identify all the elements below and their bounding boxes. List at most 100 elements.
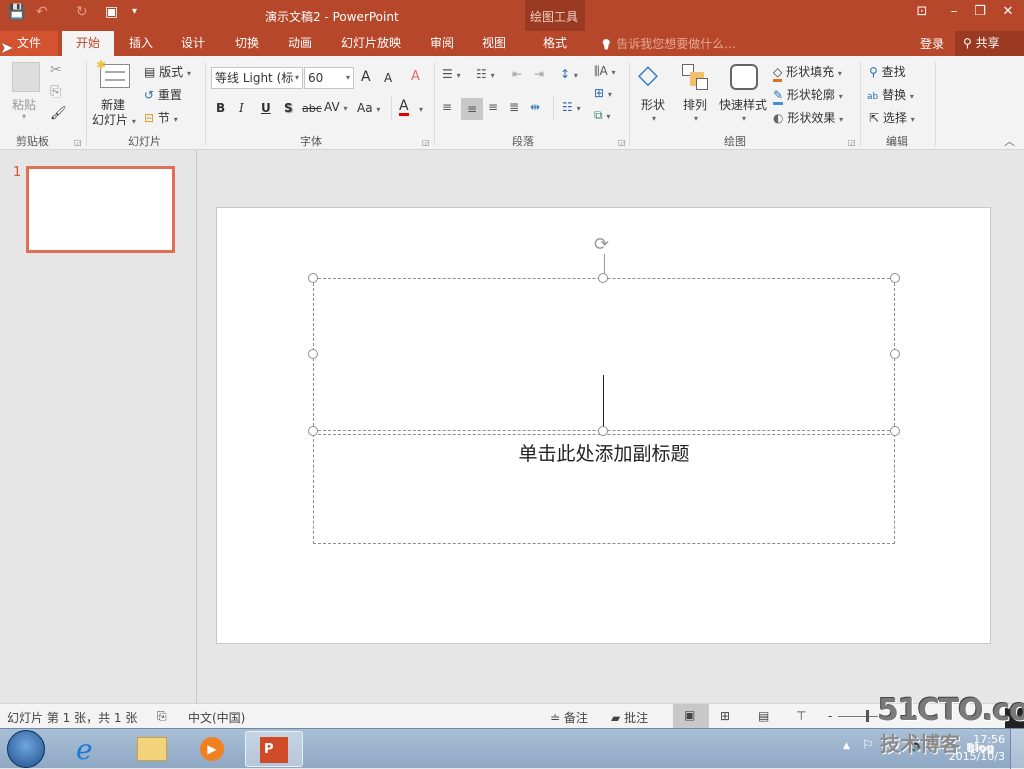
zoom-slider-track[interactable] (838, 716, 878, 717)
font-color-button[interactable]: A (399, 99, 409, 116)
tab-transitions[interactable]: 切换 (224, 31, 270, 56)
bold-button[interactable]: B (216, 101, 225, 115)
resize-handle-right[interactable] (890, 349, 900, 359)
shape-effects-button[interactable]: ◐ 形状效果 ▾ (773, 109, 843, 126)
quick-styles-button[interactable]: 快速样式 (719, 96, 767, 113)
resize-handle-bottom-left[interactable] (308, 426, 318, 436)
section-button[interactable]: ⊟ 节 ▾ (144, 109, 178, 126)
slide-thumbnail[interactable] (26, 166, 175, 253)
minimize-button[interactable]: – (944, 4, 964, 19)
font-name-combo[interactable]: 等线 Light (标 ▾ (211, 67, 303, 89)
paragraph-launcher-icon[interactable]: ◲ (618, 138, 626, 147)
tell-me-search[interactable]: 💡 告诉我您想要做什么... (600, 35, 736, 52)
font-size-combo[interactable]: 60 ▾ (304, 67, 354, 89)
show-hidden-icons[interactable]: ▲ (843, 741, 850, 751)
tab-animations[interactable]: 动画 (277, 31, 323, 56)
ribbon-display-options-button[interactable]: ⊡ (912, 4, 932, 19)
align-center-button[interactable]: ≡ (461, 98, 483, 120)
numbering-button[interactable]: ☷ ▾ (476, 67, 495, 81)
grow-font-button[interactable]: A (361, 69, 371, 85)
close-button[interactable]: ✕ (998, 4, 1018, 19)
justify-button[interactable]: ≣ (509, 100, 519, 114)
select-button[interactable]: ⇱ 选择 ▾ (869, 109, 915, 126)
tab-view[interactable]: 视图 (472, 31, 516, 56)
paste-button[interactable]: 粘贴 (12, 96, 36, 113)
format-painter-icon[interactable]: 🖌 (50, 106, 67, 121)
tab-slideshow[interactable]: 幻灯片放映 (336, 31, 406, 56)
share-button[interactable]: ⚲ 共享 (955, 31, 1024, 56)
find-button[interactable]: ⚲ 查找 (869, 63, 906, 80)
undo-icon[interactable]: ↶ (36, 4, 48, 20)
save-icon[interactable]: 💾 (8, 4, 25, 20)
action-center-flag-icon[interactable]: ⚐ (862, 738, 874, 753)
taskbar-media-player[interactable]: ▶ (184, 731, 238, 767)
taskbar-powerpoint[interactable]: P (245, 731, 303, 767)
comments-button[interactable]: ▰ 批注 (611, 709, 648, 726)
text-shadow-button[interactable]: S (284, 101, 293, 115)
tab-insert[interactable]: 插入 (118, 31, 164, 56)
resize-handle-bottom[interactable] (598, 426, 608, 436)
columns-button[interactable]: ☷ ▾ (562, 100, 581, 114)
align-text-button[interactable]: ⊞ ▾ (594, 86, 612, 100)
slide-canvas[interactable]: ⟳ 单击此处添加副标题 (216, 207, 991, 644)
quick-styles-dropdown[interactable]: ▾ (742, 114, 746, 123)
clear-formatting-button[interactable]: A (411, 69, 420, 84)
shapes-button[interactable]: 形状 (641, 96, 665, 113)
restore-button[interactable]: ❐ (970, 4, 990, 19)
title-placeholder[interactable] (313, 278, 895, 431)
resize-handle-left[interactable] (308, 349, 318, 359)
convert-smartart-button[interactable]: ⧉ ▾ (594, 108, 610, 123)
arrange-dropdown[interactable]: ▾ (694, 114, 698, 123)
new-slide-dropdown[interactable]: 幻灯片 ▾ (92, 111, 136, 128)
sign-in-link[interactable]: 登录 (920, 35, 944, 52)
show-desktop-button[interactable] (1010, 729, 1024, 769)
font-launcher-icon[interactable]: ◲ (422, 138, 430, 147)
underline-button[interactable]: U (261, 101, 271, 115)
notes-button[interactable]: ≐ 备注 (550, 709, 588, 726)
rotate-handle-icon[interactable]: ⟳ (594, 234, 609, 255)
start-slideshow-icon[interactable]: ▣ (105, 4, 118, 20)
strikethrough-button[interactable]: abc (302, 102, 322, 115)
paste-dropdown-icon[interactable]: ▾ (22, 112, 26, 121)
tab-design[interactable]: 设计 (170, 31, 216, 56)
subtitle-placeholder[interactable]: 单击此处添加副标题 (313, 434, 895, 544)
increase-indent-button[interactable]: ⇥ (534, 67, 544, 81)
zoom-out-button[interactable]: - (828, 709, 832, 723)
shape-outline-button[interactable]: ✎ 形状轮廓 ▾ (773, 86, 843, 105)
resize-handle-top-left[interactable] (308, 273, 318, 283)
copy-icon[interactable]: ⎘ (50, 84, 61, 100)
slideshow-view-button[interactable]: ⊤ (796, 709, 806, 723)
character-spacing-button[interactable]: AV ▾ (324, 100, 348, 114)
language-status[interactable]: 中文(中国) (188, 709, 245, 726)
resize-handle-bottom-right[interactable] (890, 426, 900, 436)
spell-check-icon[interactable]: ⎘ (157, 709, 167, 724)
layout-button[interactable]: ▤ 版式 ▾ (144, 63, 191, 80)
bullets-button[interactable]: ☰ ▾ (442, 67, 461, 81)
line-spacing-button[interactable]: ↕ ▾ (560, 67, 578, 81)
redo-icon[interactable]: ↻ (76, 4, 88, 20)
resize-handle-top-right[interactable] (890, 273, 900, 283)
distributed-button[interactable]: ⇹ (530, 100, 540, 114)
customize-qat-icon[interactable]: ▾ (132, 6, 137, 17)
taskbar-file-explorer[interactable] (124, 731, 178, 767)
replace-button[interactable]: ab 替换 ▾ (867, 86, 914, 103)
shrink-font-button[interactable]: A (384, 71, 392, 85)
decrease-indent-button[interactable]: ⇤ (512, 67, 522, 81)
reading-view-button[interactable]: ▤ (758, 709, 769, 723)
cut-icon[interactable]: ✂ (50, 62, 62, 78)
collapse-ribbon-icon[interactable]: ︿ (1004, 133, 1015, 149)
align-left-button[interactable]: ≡ (442, 100, 452, 114)
taskbar-internet-explorer[interactable]: e (64, 731, 118, 767)
change-case-button[interactable]: Aa ▾ (357, 101, 380, 115)
resize-handle-top[interactable] (598, 273, 608, 283)
shapes-dropdown[interactable]: ▾ (652, 114, 656, 123)
normal-view-button[interactable]: ▣ (673, 704, 709, 728)
tab-review[interactable]: 审阅 (420, 31, 464, 56)
clipboard-launcher-icon[interactable]: ◲ (74, 138, 82, 147)
text-direction-button[interactable]: ⫼A ▾ (594, 64, 616, 79)
tab-format[interactable]: 格式 (530, 31, 580, 56)
font-color-dropdown[interactable]: ▾ (419, 105, 423, 114)
align-right-button[interactable]: ≡ (488, 100, 498, 114)
reset-button[interactable]: ↺ 重置 (144, 86, 182, 103)
arrange-button[interactable]: 排列 (683, 96, 707, 113)
